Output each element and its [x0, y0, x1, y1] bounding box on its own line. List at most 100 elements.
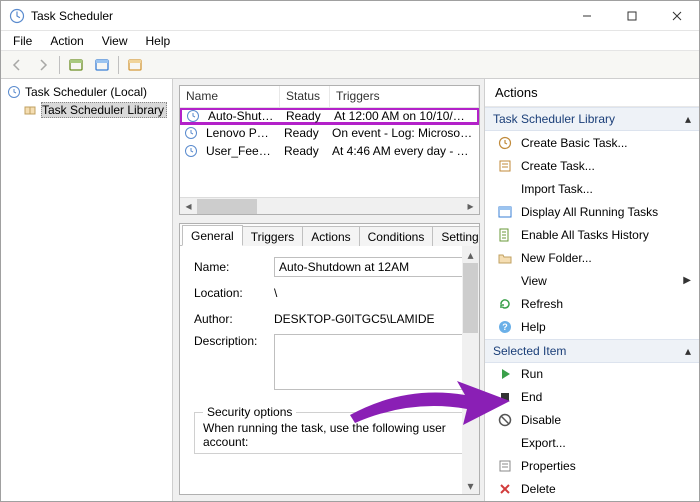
close-button[interactable]	[654, 1, 699, 30]
scroll-down-button[interactable]: ▾	[462, 477, 479, 494]
horizontal-scrollbar[interactable]: ◂ ▸	[180, 197, 479, 214]
action-help[interactable]: ? Help	[485, 316, 699, 339]
task-trigger: At 12:00 AM on 10/10/2019	[328, 109, 477, 123]
description-field[interactable]	[274, 334, 464, 390]
action-label: Properties	[521, 459, 576, 473]
minimize-button[interactable]	[564, 1, 609, 30]
scroll-left-button[interactable]: ◂	[180, 199, 197, 214]
action-disable[interactable]: Disable	[485, 409, 699, 432]
scroll-track[interactable]	[462, 263, 479, 477]
location-label: Location:	[194, 286, 274, 300]
submenu-arrow-icon: ▶	[683, 275, 691, 286]
action-refresh[interactable]: Refresh	[485, 292, 699, 315]
detail-body: Name: Location: \ Author: DESKTOP-G0ITGC…	[180, 246, 479, 494]
security-options-group: Security options When running the task, …	[194, 412, 471, 454]
action-label: Create Basic Task...	[521, 136, 628, 150]
history-icon	[497, 227, 513, 243]
tab-triggers[interactable]: Triggers	[242, 226, 304, 246]
properties-icon	[497, 458, 513, 474]
name-label: Name:	[194, 260, 274, 274]
middle-pane: Name Status Triggers Auto-Shutd... Ready…	[173, 79, 484, 501]
action-label: Delete	[521, 482, 556, 496]
clock-icon	[186, 109, 200, 123]
column-status[interactable]: Status	[280, 86, 330, 107]
column-triggers[interactable]: Triggers	[330, 86, 479, 107]
scroll-track[interactable]	[197, 199, 462, 214]
detail-vertical-scrollbar[interactable]: ▴ ▾	[462, 246, 479, 494]
author-value: DESKTOP-G0ITGC5\LAMIDE	[274, 312, 471, 326]
actions-pane-title: Actions	[485, 79, 699, 107]
scroll-thumb[interactable]	[463, 263, 478, 333]
action-create-task[interactable]: Create Task...	[485, 154, 699, 177]
task-row-selected[interactable]: Auto-Shutd... Ready At 12:00 AM on 10/10…	[180, 108, 479, 125]
window-title: Task Scheduler	[31, 9, 564, 23]
scroll-right-button[interactable]: ▸	[462, 199, 479, 214]
name-field[interactable]	[274, 257, 464, 277]
maximize-button[interactable]	[609, 1, 654, 30]
action-view[interactable]: View ▶	[485, 269, 699, 292]
action-label: Create Task...	[521, 159, 595, 173]
action-create-basic-task[interactable]: Create Basic Task...	[485, 131, 699, 154]
action-new-folder[interactable]: New Folder...	[485, 246, 699, 269]
toolbar	[1, 51, 699, 79]
task-list: Name Status Triggers Auto-Shutd... Ready…	[179, 85, 480, 215]
action-import-task[interactable]: Import Task...	[485, 177, 699, 200]
running-tasks-icon	[497, 204, 513, 220]
tree-library-label: Task Scheduler Library	[41, 102, 167, 118]
main-area: Task Scheduler (Local) Task Scheduler Li…	[1, 79, 699, 501]
actions-section-selected[interactable]: Selected Item ▴	[485, 339, 699, 363]
actions-section-library[interactable]: Task Scheduler Library ▴	[485, 107, 699, 131]
location-value: \	[274, 286, 471, 300]
window-buttons	[564, 1, 699, 30]
toolbar-refresh-button[interactable]	[90, 54, 114, 76]
menu-file[interactable]: File	[5, 32, 40, 50]
tab-general[interactable]: General	[182, 225, 243, 246]
menu-view[interactable]: View	[94, 32, 136, 50]
toolbar-help-button[interactable]	[123, 54, 147, 76]
task-trigger: At 4:46 AM every day - Trigger exp	[326, 144, 479, 158]
menu-bar: File Action View Help	[1, 31, 699, 51]
action-label: Export...	[521, 436, 566, 450]
action-label: End	[521, 390, 542, 404]
task-row[interactable]: Lenovo Pow... Ready On event - Log: Micr…	[180, 124, 479, 142]
action-run[interactable]: Run	[485, 363, 699, 386]
action-delete[interactable]: Delete	[485, 478, 699, 501]
scroll-up-button[interactable]: ▴	[462, 246, 479, 263]
task-row[interactable]: User_Feed_S... Ready At 4:46 AM every da…	[180, 142, 479, 160]
toolbar-forward-button[interactable]	[31, 54, 55, 76]
toolbar-back-button[interactable]	[5, 54, 29, 76]
run-icon	[497, 366, 513, 382]
toolbar-console-button[interactable]	[64, 54, 88, 76]
task-status: Ready	[278, 126, 326, 140]
action-properties[interactable]: Properties	[485, 455, 699, 478]
action-export[interactable]: Export...	[485, 432, 699, 455]
column-name[interactable]: Name	[180, 86, 280, 107]
action-label: View	[521, 274, 547, 288]
action-label: Display All Running Tasks	[521, 205, 658, 219]
section-label: Task Scheduler Library	[493, 112, 615, 126]
security-legend: Security options	[203, 405, 296, 419]
refresh-icon	[497, 296, 513, 312]
tab-conditions[interactable]: Conditions	[359, 226, 434, 246]
detail-tabs: General Triggers Actions Conditions Sett…	[180, 224, 479, 246]
action-enable-history[interactable]: Enable All Tasks History	[485, 223, 699, 246]
delete-icon	[497, 481, 513, 497]
task-name: Auto-Shutd...	[202, 109, 280, 123]
end-icon	[497, 389, 513, 405]
action-label: Disable	[521, 413, 561, 427]
tab-actions[interactable]: Actions	[302, 226, 359, 246]
create-task-icon	[497, 158, 513, 174]
tree-library[interactable]: Task Scheduler Library	[3, 101, 170, 119]
menu-help[interactable]: Help	[138, 32, 179, 50]
tab-settings[interactable]: Settings	[432, 226, 480, 246]
task-status: Ready	[278, 144, 326, 158]
action-end[interactable]: End	[485, 386, 699, 409]
create-basic-task-icon	[497, 135, 513, 151]
action-label: Enable All Tasks History	[521, 228, 649, 242]
scroll-thumb[interactable]	[197, 199, 257, 214]
toolbar-separator	[118, 56, 119, 74]
collapse-icon: ▴	[685, 112, 691, 126]
action-display-running[interactable]: Display All Running Tasks	[485, 200, 699, 223]
tree-root[interactable]: Task Scheduler (Local)	[3, 83, 170, 101]
menu-action[interactable]: Action	[42, 32, 91, 50]
